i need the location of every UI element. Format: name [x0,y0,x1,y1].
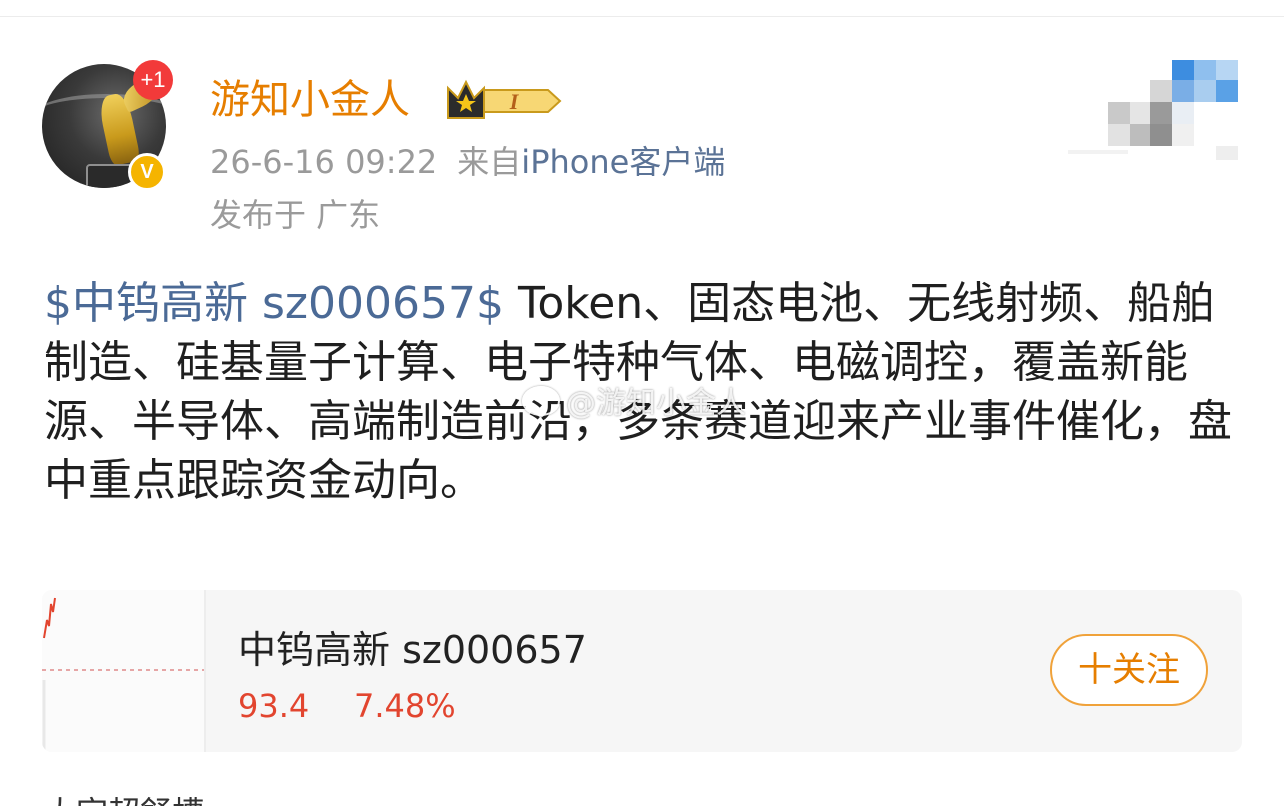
next-section-label: 大宗超舒槽 [44,792,204,806]
pixelated-mosaic-icon [1068,60,1238,160]
member-level-badge-icon[interactable]: I [444,78,564,124]
mini-chart-icon [42,590,206,752]
post-source-client[interactable]: iPhone客户端 [521,143,725,181]
post-time: 26-6-16 09:22 [210,143,438,181]
weibo-logo-icon [522,386,560,416]
watermark-text: @游知小金人 [566,386,746,421]
stock-tag-link[interactable]: $中钨高新 sz000657$ [44,278,504,329]
post-location: 发布于 广东 [210,196,381,234]
notification-badge: +1 [133,60,173,100]
verified-icon: V [128,153,166,191]
username[interactable]: 游知小金人 [210,74,410,126]
member-level-text: I [509,89,520,114]
watermark: @游知小金人 [522,384,746,424]
top-divider [0,16,1284,17]
weibo-post-page: +1 V 游知小金人 I 26-6-16 09:22 来自iPhone客户端 发布… [0,0,1284,806]
post-source-prefix: 来自 [457,143,522,181]
stock-name: 中钨高新 sz000657 [238,628,587,672]
stock-card[interactable]: 中钨高新 sz000657 93.4 7.48% 十关注 [42,590,1242,752]
post-meta: 26-6-16 09:22 来自iPhone客户端 [210,141,725,183]
stock-change-percent: 7.48% [354,687,456,725]
stock-price: 93.4 [238,687,310,725]
follow-button[interactable]: 十关注 [1050,634,1208,706]
